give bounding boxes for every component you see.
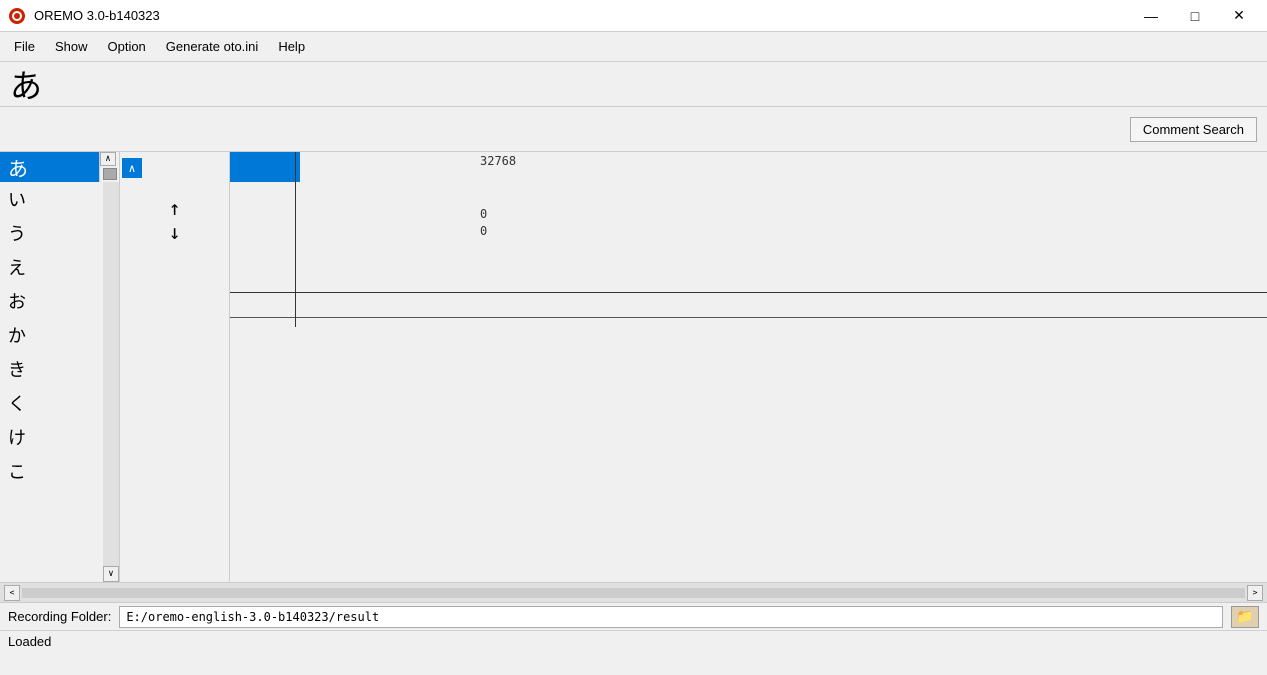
waveform-number: 32768 — [480, 154, 1257, 168]
controls-top: ∧ — [122, 154, 227, 182]
main-content: あ ∧ い う え お か き く け こ ∨ — [0, 152, 1267, 582]
list-item[interactable]: か — [0, 318, 103, 352]
up-arrow-button[interactable]: ↑ — [168, 198, 180, 218]
editor-panel[interactable]: 32768 0 0 — [230, 152, 1267, 582]
waveform-cursor — [295, 152, 296, 327]
list-scroll-thumb[interactable] — [103, 168, 117, 180]
kana-display: あ — [0, 62, 1267, 107]
arrows-column: ↑ ↓ — [122, 182, 227, 242]
list-scroll-up-button[interactable]: ∧ — [100, 152, 116, 166]
list-item[interactable]: く — [0, 386, 103, 420]
list-item[interactable]: き — [0, 352, 103, 386]
list-item[interactable]: え — [0, 250, 103, 284]
selected-kana: あ — [8, 153, 28, 182]
status-text: Loaded — [8, 634, 51, 649]
title-text: OREMO 3.0-b140323 — [34, 8, 160, 23]
list-item[interactable]: い — [0, 182, 103, 216]
horizontal-scroll-left[interactable]: < — [4, 585, 20, 601]
list-item[interactable]: う — [0, 216, 103, 250]
list-item[interactable]: け — [0, 420, 103, 454]
menu-help[interactable]: Help — [268, 35, 315, 58]
maximize-button[interactable]: □ — [1175, 2, 1215, 30]
horizontal-scroll-track[interactable] — [22, 588, 1245, 598]
recording-folder-input[interactable] — [119, 606, 1223, 628]
horizontal-scroll-right[interactable]: > — [1247, 585, 1263, 601]
close-button[interactable]: ✕ — [1219, 2, 1259, 30]
recording-folder-label: Recording Folder: — [8, 609, 111, 624]
folder-browse-button[interactable]: 📁 — [1231, 606, 1259, 628]
controls-panel: ∧ ↑ ↓ — [120, 152, 230, 582]
bottom-scrollbar: < > — [0, 582, 1267, 602]
status-line: Loaded — [0, 630, 1267, 652]
app-icon — [8, 7, 26, 25]
menu-show[interactable]: Show — [45, 35, 98, 58]
menu-bar: File Show Option Generate oto.ini Help — [0, 32, 1267, 62]
current-kana: あ — [10, 61, 42, 107]
title-left: OREMO 3.0-b140323 — [8, 7, 160, 25]
list-item[interactable]: お — [0, 284, 103, 318]
list-panel: あ ∧ い う え お か き く け こ ∨ — [0, 152, 120, 582]
minimize-button[interactable]: — — [1131, 2, 1171, 30]
waveform-zero-2: 0 — [480, 224, 1267, 238]
window-controls: — □ ✕ — [1131, 2, 1259, 30]
waveform-line-2 — [230, 317, 1267, 318]
list-items-column: い う え お か き く け こ — [0, 182, 103, 582]
menu-generate[interactable]: Generate oto.ini — [156, 35, 269, 58]
list-wrapper: い う え お か き く け こ ∨ — [0, 182, 119, 582]
menu-option[interactable]: Option — [97, 35, 155, 58]
list-item[interactable]: こ — [0, 454, 103, 488]
comment-search-button[interactable]: Comment Search — [1130, 117, 1257, 142]
folder-icon: 📁 — [1236, 608, 1253, 625]
list-scrollbar: ∨ — [103, 182, 119, 582]
list-scroll-down-button[interactable]: ∨ — [103, 566, 119, 582]
waveform-zero-1: 0 — [480, 207, 1267, 221]
waveform-bar — [230, 152, 300, 182]
status-bar: Recording Folder: 📁 — [0, 602, 1267, 630]
toolbar: Comment Search — [0, 107, 1267, 152]
list-selected-item[interactable]: あ — [0, 152, 99, 182]
menu-file[interactable]: File — [4, 35, 45, 58]
list-header: あ ∧ — [0, 152, 119, 182]
down-arrow-button[interactable]: ↓ — [168, 222, 180, 242]
waveform-line-1 — [230, 292, 1267, 293]
title-bar: OREMO 3.0-b140323 — □ ✕ — [0, 0, 1267, 32]
controls-expand-button[interactable]: ∧ — [122, 158, 142, 178]
